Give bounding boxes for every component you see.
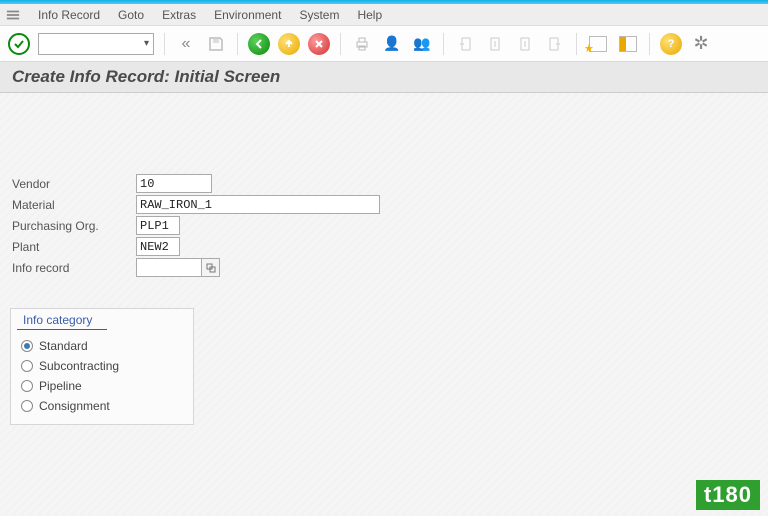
menubar: Info Record Goto Extras Environment Syst…	[0, 4, 768, 26]
customize-icon[interactable]: ✲	[690, 33, 712, 55]
content-area: Vendor 10 Material RAW_IRON_1 Purchasing…	[0, 93, 768, 515]
radio-icon	[21, 340, 33, 352]
separator	[649, 33, 650, 55]
menu-extras[interactable]: Extras	[162, 8, 196, 22]
material-field[interactable]: RAW_IRON_1	[136, 195, 380, 214]
info-record-label: Info record	[10, 261, 136, 275]
radio-icon	[21, 380, 33, 392]
first-page-icon[interactable]	[454, 33, 476, 55]
info-category-group: Info category Standard Subcontracting Pi…	[10, 308, 194, 425]
separator	[443, 33, 444, 55]
info-record-field[interactable]	[136, 258, 202, 277]
separator	[340, 33, 341, 55]
radio-label: Standard	[39, 339, 88, 353]
menu-system[interactable]: System	[299, 8, 339, 22]
exit-button[interactable]	[278, 33, 300, 55]
find-next-icon[interactable]: 👥	[411, 33, 433, 55]
search-help-icon[interactable]	[202, 258, 220, 277]
new-session-icon[interactable]	[587, 33, 609, 55]
chevron-down-icon: ▾	[144, 38, 149, 49]
save-icon[interactable]	[205, 33, 227, 55]
radio-icon	[21, 360, 33, 372]
radio-label: Consignment	[39, 399, 110, 413]
last-page-icon[interactable]	[544, 33, 566, 55]
radio-consignment[interactable]: Consignment	[11, 396, 193, 416]
separator	[164, 33, 165, 55]
purch-org-field[interactable]: PLP1	[136, 216, 180, 235]
menu-help[interactable]: Help	[357, 8, 382, 22]
command-field[interactable]: ▾	[38, 33, 154, 55]
app-menu-icon[interactable]	[6, 8, 20, 22]
find-icon[interactable]: 👤	[381, 33, 403, 55]
menu-environment[interactable]: Environment	[214, 8, 281, 22]
info-category-title: Info category	[17, 309, 107, 330]
enter-button[interactable]	[8, 33, 30, 55]
radio-label: Pipeline	[39, 379, 82, 393]
radio-standard[interactable]: Standard	[11, 336, 193, 356]
separator	[237, 33, 238, 55]
menu-goto[interactable]: Goto	[118, 8, 144, 22]
plant-label: Plant	[10, 240, 136, 254]
purch-org-label: Purchasing Org.	[10, 219, 136, 233]
toolbar: ▾ « 👤 👥 ? ✲	[0, 26, 768, 62]
layout-icon[interactable]	[617, 33, 639, 55]
vendor-label: Vendor	[10, 177, 136, 191]
material-label: Material	[10, 198, 136, 212]
radio-pipeline[interactable]: Pipeline	[11, 376, 193, 396]
vendor-field[interactable]: 10	[136, 174, 212, 193]
plant-field[interactable]: NEW2	[136, 237, 180, 256]
radio-subcontracting[interactable]: Subcontracting	[11, 356, 193, 376]
next-page-icon[interactable]	[514, 33, 536, 55]
back-button[interactable]	[248, 33, 270, 55]
prev-page-icon[interactable]	[484, 33, 506, 55]
separator	[576, 33, 577, 55]
watermark: t180	[696, 480, 760, 510]
page-title: Create Info Record: Initial Screen	[0, 62, 768, 93]
radio-label: Subcontracting	[39, 359, 119, 373]
back-double-icon[interactable]: «	[175, 33, 197, 55]
cancel-button[interactable]	[308, 33, 330, 55]
menu-info-record[interactable]: Info Record	[38, 8, 100, 22]
print-icon[interactable]	[351, 33, 373, 55]
help-button[interactable]: ?	[660, 33, 682, 55]
radio-icon	[21, 400, 33, 412]
